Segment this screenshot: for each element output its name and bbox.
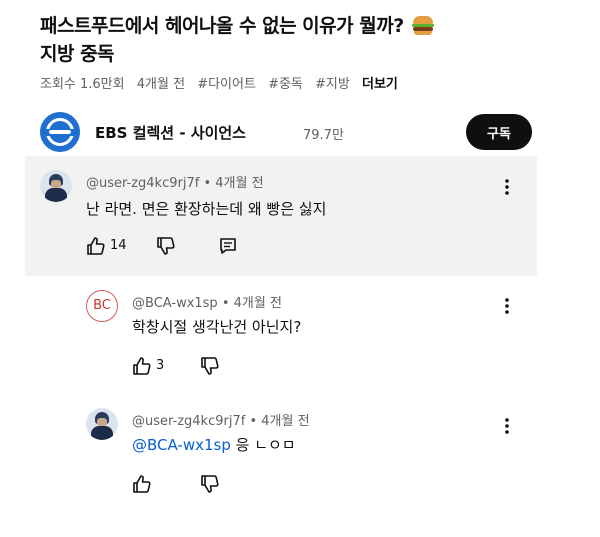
more-vert-icon[interactable]: [499, 177, 515, 197]
video-title: 패스트푸드에서 헤어나올 수 없는 이유가 뭘까? 지방 중독: [40, 12, 560, 68]
comment-body: 응 ㄴㅇㅁ: [230, 436, 296, 454]
hashtag-addiction[interactable]: #중독: [268, 77, 303, 92]
avatar[interactable]: BC: [86, 290, 118, 322]
thumbs-down-icon[interactable]: [156, 236, 176, 256]
avatar[interactable]: [86, 408, 118, 440]
channel-row: EBS 컬렉션 - 사이언스 79.7만 구독: [40, 110, 560, 154]
video-title-line1: 패스트푸드에서 헤어나올 수 없는 이유가 뭘까?: [40, 15, 410, 37]
comment-text: 난 라면. 면은 환장하는데 왜 빵은 싫지: [86, 200, 327, 218]
subscriber-count: 79.7만: [303, 128, 344, 143]
more-vert-icon[interactable]: [499, 296, 515, 316]
comment-age: • 4개월 전: [249, 414, 310, 429]
comment-age: • 4개월 전: [221, 296, 282, 311]
video-meta: 조회수 1.6만회 4개월 전 #다이어트 #중독 #지방 더보기: [40, 73, 406, 92]
hashtag-diet[interactable]: #다이어트: [197, 77, 256, 92]
thumbs-down-icon[interactable]: [200, 474, 220, 494]
view-count: 조회수 1.6만회: [40, 77, 125, 92]
hashtag-fat[interactable]: #지방: [315, 77, 350, 92]
comment-author-handle[interactable]: @BCA-wx1sp: [132, 296, 218, 311]
reply-icon[interactable]: [218, 236, 238, 256]
like-count: 3: [156, 358, 165, 373]
thumbs-up-icon[interactable]: [86, 236, 106, 256]
comment-author-handle[interactable]: @user-zg4kc9rj7f: [132, 414, 245, 429]
channel-name[interactable]: EBS 컬렉션 - 사이언스: [95, 122, 246, 143]
burger-icon: [411, 15, 434, 35]
comment-author: @BCA-wx1sp • 4개월 전: [132, 292, 282, 311]
like-count: 14: [110, 238, 127, 253]
comment-text: 학창시절 생각난건 아닌지?: [132, 318, 302, 336]
upload-age: 4개월 전: [136, 77, 186, 92]
video-title-line2: 지방 중독: [40, 43, 115, 65]
avatar[interactable]: [40, 170, 72, 202]
more-button[interactable]: 더보기: [362, 77, 398, 92]
comment-age: • 4개월 전: [203, 176, 264, 191]
thumbs-up-icon[interactable]: [132, 474, 152, 494]
avatar-initials: BC: [93, 298, 111, 313]
comment-author: @user-zg4kc9rj7f • 4개월 전: [132, 410, 310, 429]
thumbs-down-icon[interactable]: [200, 356, 220, 376]
channel-avatar[interactable]: [40, 112, 80, 152]
subscribe-button[interactable]: 구독: [466, 114, 532, 150]
thumbs-up-icon[interactable]: [132, 356, 152, 376]
comment-text: @BCA-wx1sp 응 ㄴㅇㅁ: [132, 434, 296, 455]
more-vert-icon[interactable]: [499, 416, 515, 436]
comment-author-handle[interactable]: @user-zg4kc9rj7f: [86, 176, 199, 191]
mention-link[interactable]: @BCA-wx1sp: [132, 436, 231, 454]
comment-author: @user-zg4kc9rj7f • 4개월 전: [86, 172, 264, 191]
